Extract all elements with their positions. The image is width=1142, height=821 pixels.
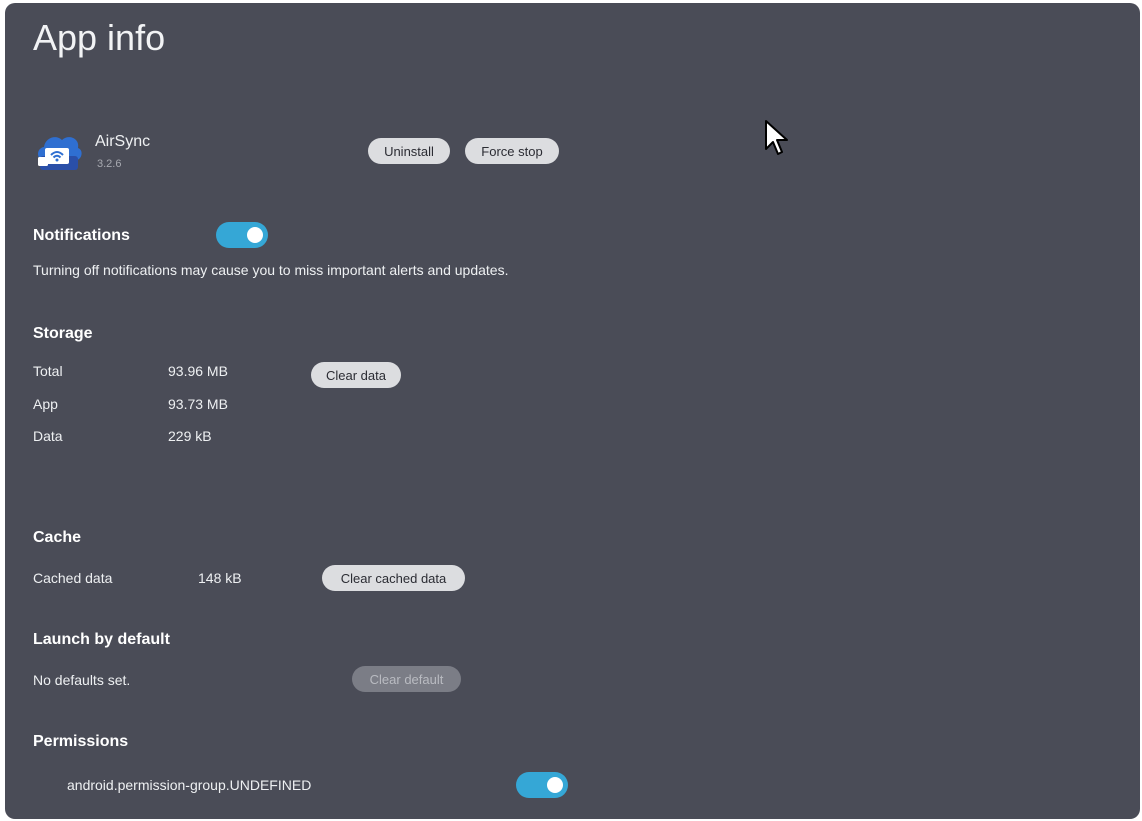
storage-app-label: App bbox=[33, 396, 58, 412]
cached-data-value: 148 kB bbox=[198, 570, 242, 586]
clear-default-button[interactable]: Clear default bbox=[352, 666, 461, 692]
clear-data-button[interactable]: Clear data bbox=[311, 362, 401, 388]
notifications-heading: Notifications bbox=[33, 227, 130, 244]
clear-cached-data-button[interactable]: Clear cached data bbox=[322, 565, 465, 591]
notifications-description: Turning off notifications may cause you … bbox=[33, 262, 509, 278]
storage-total-label: Total bbox=[33, 363, 63, 379]
storage-total-value: 93.96 MB bbox=[168, 363, 228, 379]
toggle-knob bbox=[547, 777, 563, 793]
cached-data-label: Cached data bbox=[33, 570, 113, 586]
mouse-cursor-icon bbox=[764, 119, 790, 159]
app-info-panel: App info AirSync 3.2.6 Uninstall Force s… bbox=[5, 3, 1140, 819]
storage-heading: Storage bbox=[33, 325, 93, 342]
launch-by-default-heading: Launch by default bbox=[33, 631, 170, 648]
airsync-app-icon bbox=[34, 130, 84, 174]
cache-heading: Cache bbox=[33, 529, 82, 546]
page-title: App info bbox=[33, 17, 166, 58]
app-version: 3.2.6 bbox=[97, 158, 122, 170]
launch-defaults-status: No defaults set. bbox=[33, 672, 131, 688]
storage-data-label: Data bbox=[33, 428, 63, 444]
permission-toggle[interactable] bbox=[516, 772, 568, 798]
force-stop-button[interactable]: Force stop bbox=[465, 138, 559, 164]
permission-label: android.permission-group.UNDEFINED bbox=[67, 777, 312, 793]
permissions-heading: Permissions bbox=[33, 733, 129, 750]
app-name: AirSync bbox=[95, 133, 151, 150]
storage-app-value: 93.73 MB bbox=[168, 396, 228, 412]
storage-data-value: 229 kB bbox=[168, 428, 212, 444]
uninstall-button[interactable]: Uninstall bbox=[368, 138, 450, 164]
toggle-knob bbox=[247, 227, 263, 243]
notifications-toggle[interactable] bbox=[216, 222, 268, 248]
